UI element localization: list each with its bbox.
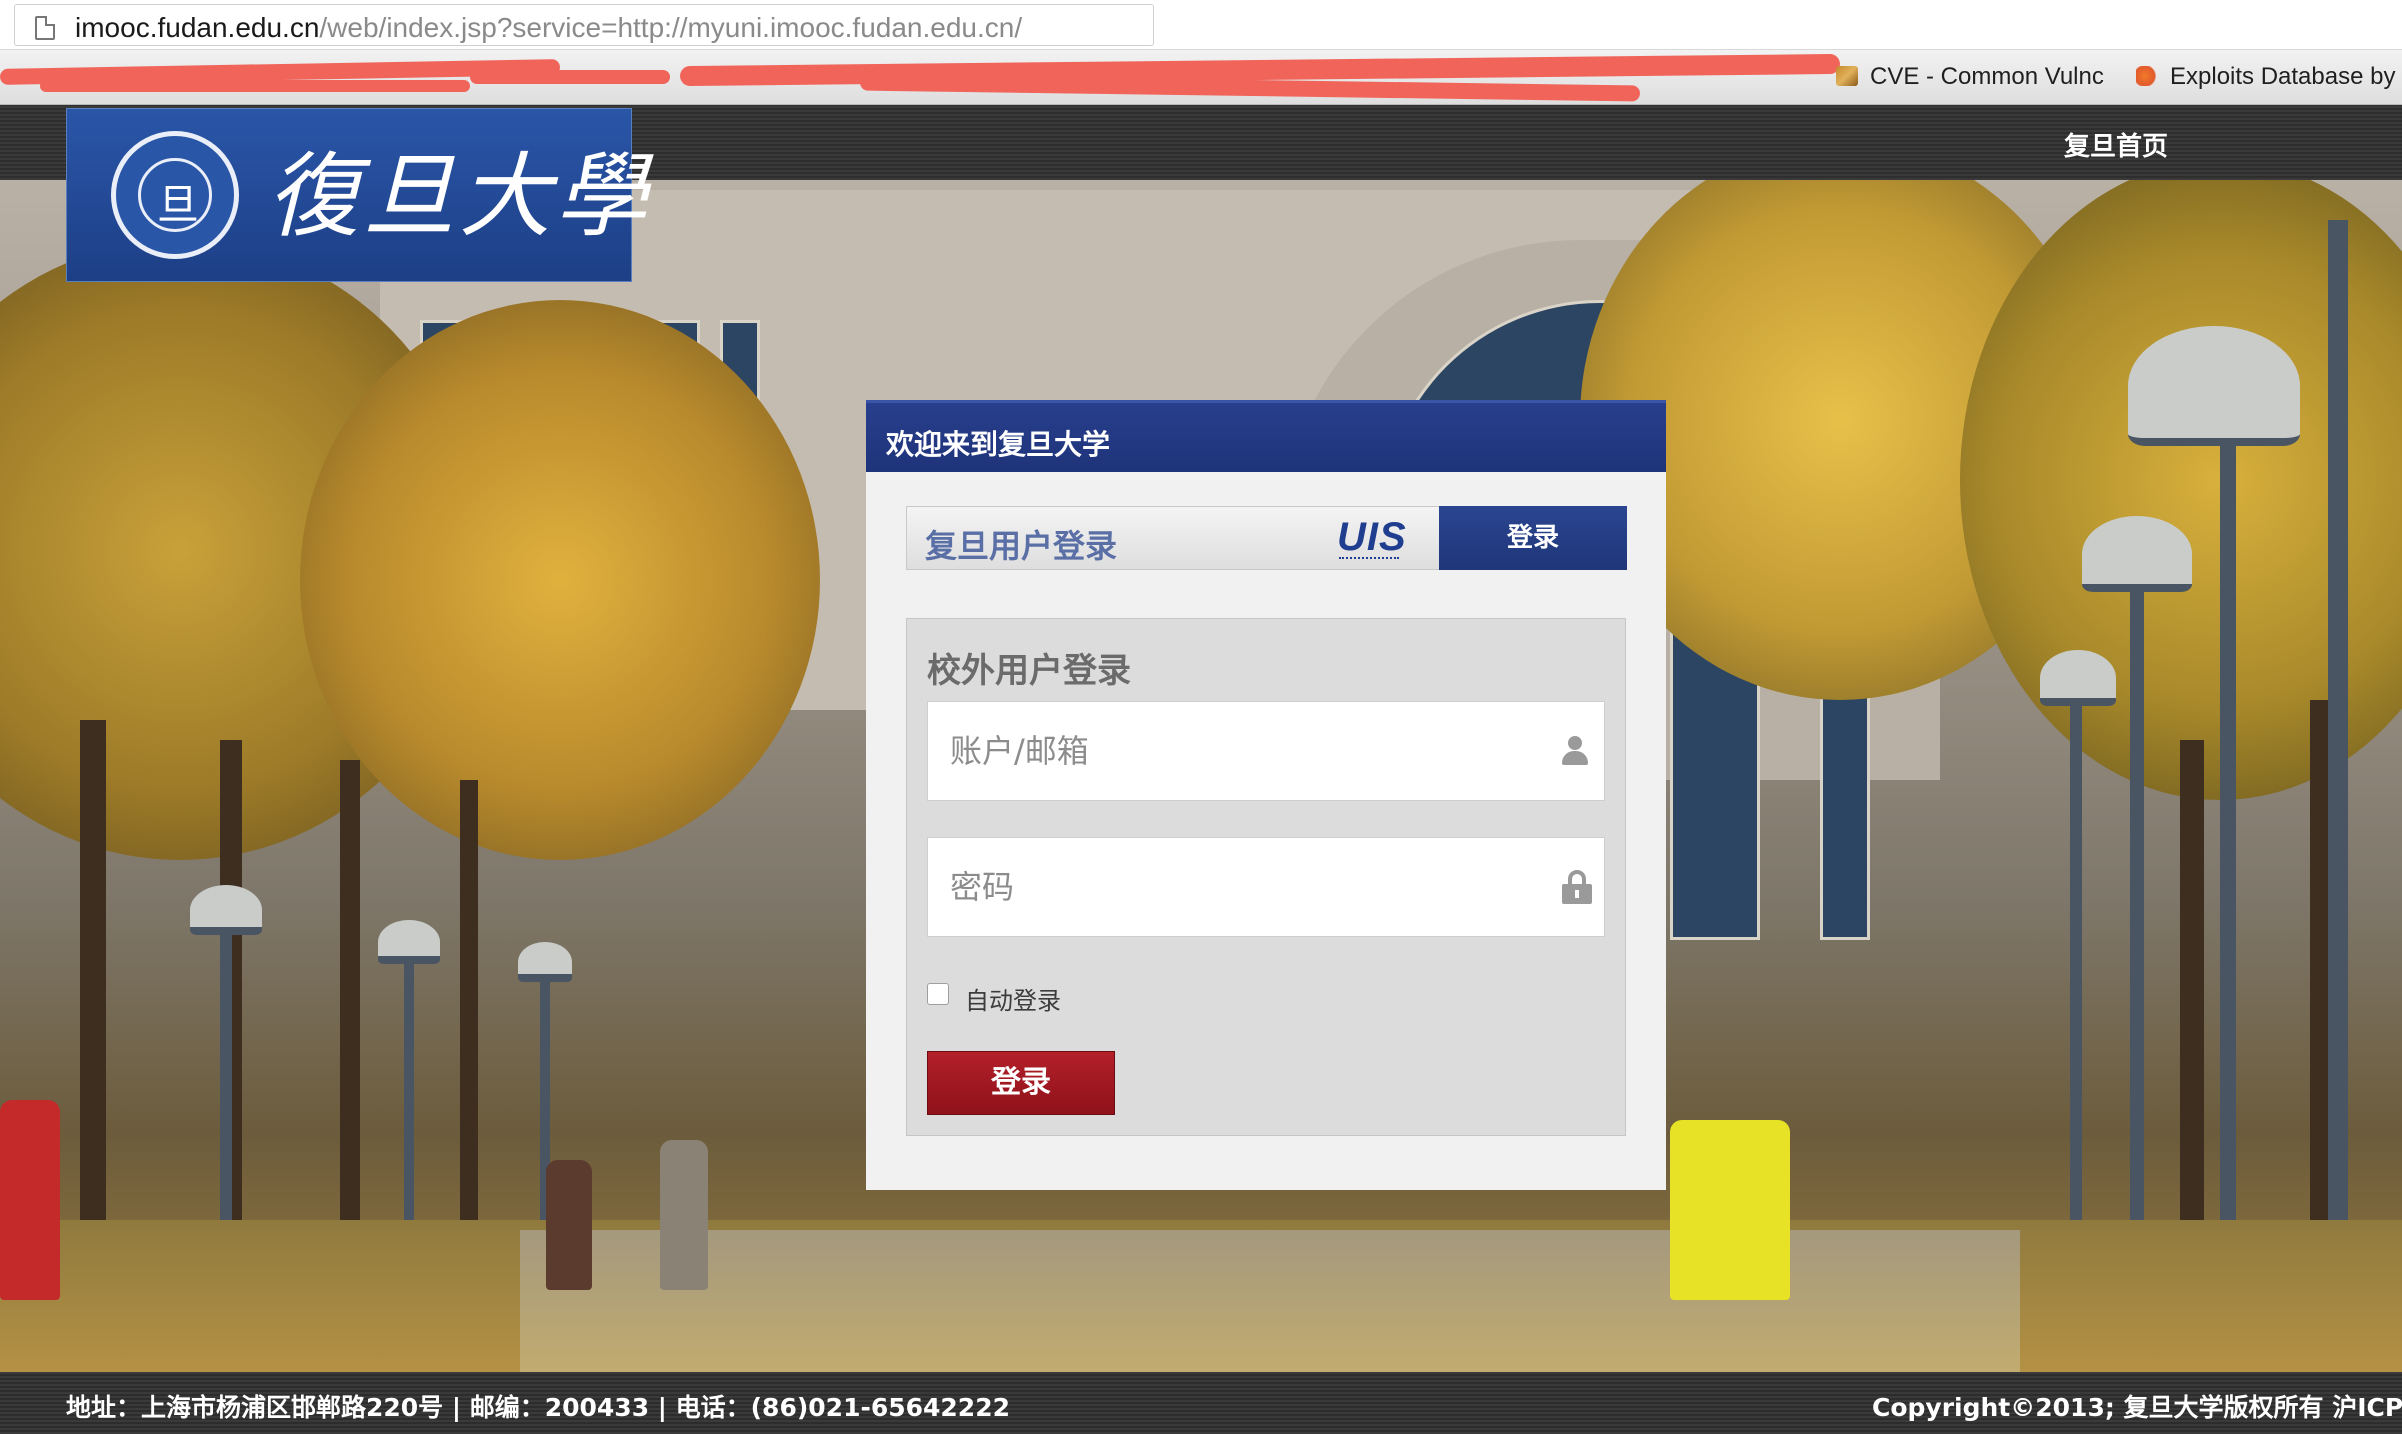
street-lamp [2082,516,2192,592]
bookmark-cve[interactable]: CVE - Common Vulnc [1836,63,2104,91]
seal-inner-ring: 旦 [138,158,212,232]
nav-home-link[interactable]: 复旦首页 [2064,126,2168,163]
cve-icon [1836,66,1858,86]
bookmarks-bar: CVE - Common Vulnc Exploits Database by [0,50,2402,105]
auto-login-checkbox[interactable] [927,983,949,1005]
external-login-button[interactable]: 登录 [927,1051,1115,1115]
tree-trunk [80,720,106,1280]
seal-character: 旦 [156,180,199,229]
lamp-post [2220,380,2236,1280]
lamp-post [2070,690,2082,1250]
logo-wordmark: 復旦大學 [267,143,652,250]
site-footer: 地址：上海市杨浦区邯郸路220号 | 邮编：200433 | 电话：(86)02… [0,1372,2402,1434]
tree-foliage [300,300,820,860]
street-lamp [2128,326,2300,446]
uis-login-button[interactable]: 登录 [1439,506,1627,570]
tree-trunk [2180,740,2204,1260]
lamp-post [2130,570,2144,1260]
walkway [520,1230,2020,1372]
redaction-mark [470,70,670,84]
street-lamp [190,885,262,935]
password-input[interactable] [928,838,1528,936]
person [0,1100,60,1300]
url-host: imooc.fudan.edu.cn [75,12,320,43]
lock-icon [1562,870,1592,904]
username-input[interactable] [928,702,1528,800]
tree-trunk [460,780,478,1220]
page-document-icon [35,16,55,40]
person [546,1160,592,1290]
street-lamp [2040,650,2116,706]
login-panel: 欢迎来到复旦大学 复旦用户登录 UIS 登录 校外用户登录 自动登录 登录 [866,400,1666,1190]
fudan-logo[interactable]: 旦 復旦大學 [66,108,647,282]
username-field[interactable] [927,701,1605,801]
login-panel-title: 欢迎来到复旦大学 [886,428,1111,461]
address-text: imooc.fudan.edu.cn/web/index.jsp?service… [75,13,1022,43]
person [1670,1120,1790,1300]
url-path: /web/index.jsp?service=http://myuni.imoo… [319,12,1023,43]
tree-trunk [340,760,360,1240]
uis-logo-underline [1339,557,1399,560]
uis-login-bar: 复旦用户登录 UIS 登录 [906,506,1627,570]
bookmark-exploits-db[interactable]: Exploits Database by [2136,63,2395,91]
uis-logo-icon: UIS [1337,515,1407,559]
person [660,1140,708,1290]
street-lamp [518,942,572,982]
exploits-icon [2136,66,2158,86]
browser-url-bar: imooc.fudan.edu.cn/web/index.jsp?service… [0,0,2402,50]
auto-login-label: 自动登录 [965,987,1061,1015]
footer-copyright: Copyright©2013; 复旦大学版权所有 沪ICP备：0 [1872,1393,2402,1422]
address-field[interactable]: imooc.fudan.edu.cn/web/index.jsp?service… [14,4,1154,46]
university-seal-icon: 旦 [111,131,239,259]
bookmark-cve-label: CVE - Common Vulnc [1870,63,2104,90]
street-lamp [378,920,440,964]
uis-login-label: 复旦用户登录 [925,527,1118,565]
redaction-mark [40,80,470,92]
footer-address: 地址：上海市杨浦区邯郸路220号 | 邮编：200433 | 电话：(86)02… [66,1393,1010,1422]
password-field[interactable] [927,837,1605,937]
external-login-box: 校外用户登录 自动登录 登录 [906,618,1626,1136]
lamp-post [2328,220,2348,1260]
bookmark-exploits-label: Exploits Database by [2170,63,2396,90]
user-icon [1560,736,1590,766]
external-login-title: 校外用户登录 [927,651,1131,691]
login-panel-header: 欢迎来到复旦大学 [866,400,1666,472]
